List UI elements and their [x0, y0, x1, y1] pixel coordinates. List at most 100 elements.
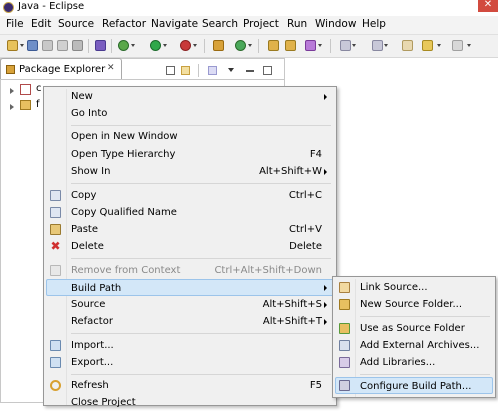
menu-item-delete[interactable]: ✖ Delete Delete — [46, 238, 334, 255]
menu-item-shortcut: F5 — [309, 380, 322, 391]
add-libraries-icon — [339, 357, 350, 368]
eclipse-logo-icon — [3, 2, 14, 13]
external-tools-dropdown-icon[interactable] — [193, 44, 197, 47]
menu-item-copy-qualified-name[interactable]: Copy Qualified Name — [46, 204, 334, 221]
properties-icon[interactable] — [72, 40, 83, 51]
menu-project[interactable]: Project — [243, 18, 279, 30]
new-java-package-icon[interactable] — [213, 40, 224, 51]
menu-item-label: Copy Qualified Name — [71, 207, 177, 218]
menu-item-add-libraries[interactable]: Add Libraries... — [335, 354, 493, 371]
toolbar-separator — [204, 39, 205, 53]
package-explorer-icon — [6, 65, 15, 74]
next-annotation-icon[interactable] — [340, 40, 351, 51]
submenu-arrow-icon — [324, 94, 327, 100]
focus-on-active-task-icon[interactable] — [208, 66, 217, 75]
search-dropdown-icon[interactable] — [318, 44, 322, 47]
menu-item-open-in-new-window[interactable]: Open in New Window — [46, 128, 334, 145]
tab-label: Package Explorer — [19, 64, 106, 75]
debug-icon[interactable] — [118, 40, 129, 51]
last-edit-location-icon[interactable] — [402, 40, 413, 51]
menu-item-label: Paste — [71, 224, 98, 235]
main-toolbar — [0, 35, 498, 58]
delete-icon: ✖ — [50, 239, 61, 253]
menu-item-label: Use as Source Folder — [360, 323, 465, 334]
copy-icon — [50, 190, 61, 201]
menu-item-go-into[interactable]: Go Into — [46, 105, 334, 122]
menu-item-shortcut: Delete — [289, 241, 322, 252]
menu-item-paste[interactable]: Paste Ctrl+V — [46, 221, 334, 238]
run-dropdown-icon[interactable] — [163, 44, 167, 47]
back-dropdown-icon[interactable] — [437, 44, 441, 47]
forward-dropdown-icon[interactable] — [467, 44, 471, 47]
menu-search[interactable]: Search — [202, 18, 238, 30]
menu-item-import[interactable]: Import... — [46, 337, 334, 354]
menu-item-new[interactable]: New — [46, 88, 334, 105]
view-header-divider — [0, 79, 285, 80]
menu-item-label: Open Type Hierarchy — [71, 149, 176, 160]
menu-item-source[interactable]: Source Alt+Shift+S — [46, 296, 334, 313]
menu-item-remove-from-context[interactable]: Remove from Context Ctrl+Alt+Shift+Down — [46, 262, 334, 279]
menu-item-configure-build-path[interactable]: Configure Build Path... — [335, 377, 493, 394]
save-all-icon[interactable] — [42, 40, 53, 51]
expand-arrow-icon[interactable] — [10, 88, 14, 94]
expand-arrow-icon[interactable] — [10, 104, 14, 110]
back-icon[interactable] — [422, 40, 433, 51]
paste-icon — [50, 224, 61, 235]
tree-item-label[interactable]: c — [36, 83, 42, 94]
new-class-dropdown-icon[interactable] — [248, 44, 252, 47]
tab-close-icon[interactable]: ✕ — [107, 63, 115, 73]
menu-file[interactable]: File — [6, 18, 24, 30]
copy-qualified-name-icon — [50, 207, 61, 218]
save-icon[interactable] — [27, 40, 38, 51]
menu-item-link-source[interactable]: Link Source... — [335, 279, 493, 296]
menu-refactor[interactable]: Refactor — [102, 18, 146, 30]
previous-annotation-dropdown-icon[interactable] — [384, 44, 388, 47]
forward-icon[interactable] — [452, 40, 463, 51]
menu-item-add-external-archives[interactable]: Add External Archives... — [335, 337, 493, 354]
open-type-icon[interactable] — [268, 40, 279, 51]
menu-source[interactable]: Source — [58, 18, 94, 30]
external-tools-icon[interactable] — [180, 40, 191, 51]
menu-item-open-type-hierarchy[interactable]: Open Type Hierarchy F4 — [46, 146, 334, 163]
menu-item-build-path[interactable]: Build Path — [46, 279, 334, 296]
menu-help[interactable]: Help — [362, 18, 386, 30]
collapse-all-icon[interactable] — [166, 66, 175, 75]
menu-run[interactable]: Run — [287, 18, 307, 30]
menu-item-show-in[interactable]: Show In Alt+Shift+W — [46, 163, 334, 180]
new-icon[interactable] — [7, 40, 18, 51]
menu-item-refactor[interactable]: Refactor Alt+Shift+T — [46, 313, 334, 330]
previous-annotation-icon[interactable] — [372, 40, 383, 51]
link-with-editor-icon[interactable] — [181, 66, 190, 75]
next-annotation-dropdown-icon[interactable] — [352, 44, 356, 47]
java-project-icon — [20, 84, 31, 95]
menu-window[interactable]: Window — [315, 18, 356, 30]
menu-navigate[interactable]: Navigate — [151, 18, 198, 30]
submenu-arrow-icon — [324, 302, 327, 308]
menu-item-export[interactable]: Export... — [46, 354, 334, 371]
menu-item-label: Refactor — [71, 316, 113, 327]
menu-item-label: New Source Folder... — [360, 299, 463, 310]
menu-item-label: Import... — [71, 340, 114, 351]
menu-item-use-as-source-folder[interactable]: Use as Source Folder — [335, 320, 493, 337]
view-menu-icon[interactable] — [228, 68, 234, 72]
tree-item-label[interactable]: f — [36, 99, 40, 110]
new-dropdown-icon[interactable] — [20, 44, 24, 47]
menu-item-copy[interactable]: Copy Ctrl+C — [46, 187, 334, 204]
window-close-button[interactable]: ✕ — [478, 0, 498, 12]
open-task-icon[interactable] — [285, 40, 296, 51]
run-icon[interactable] — [150, 40, 161, 51]
menu-item-shortcut: Alt+Shift+S — [262, 299, 322, 310]
print-icon[interactable] — [57, 40, 68, 51]
maximize-icon[interactable] — [263, 66, 272, 75]
menu-item-new-source-folder[interactable]: New Source Folder... — [335, 296, 493, 313]
menu-item-refresh[interactable]: Refresh F5 — [46, 377, 334, 394]
menu-item-label: Add Libraries... — [360, 357, 436, 368]
use-as-source-folder-icon — [339, 323, 350, 334]
menu-edit[interactable]: Edit — [31, 18, 51, 30]
minimize-icon[interactable] — [246, 70, 254, 72]
new-java-class-icon[interactable] — [235, 40, 246, 51]
tab-package-explorer[interactable]: Package Explorer ✕ — [0, 58, 122, 80]
toggle-breakpoint-icon[interactable] — [95, 40, 106, 51]
debug-dropdown-icon[interactable] — [131, 44, 135, 47]
search-icon[interactable] — [305, 40, 316, 51]
